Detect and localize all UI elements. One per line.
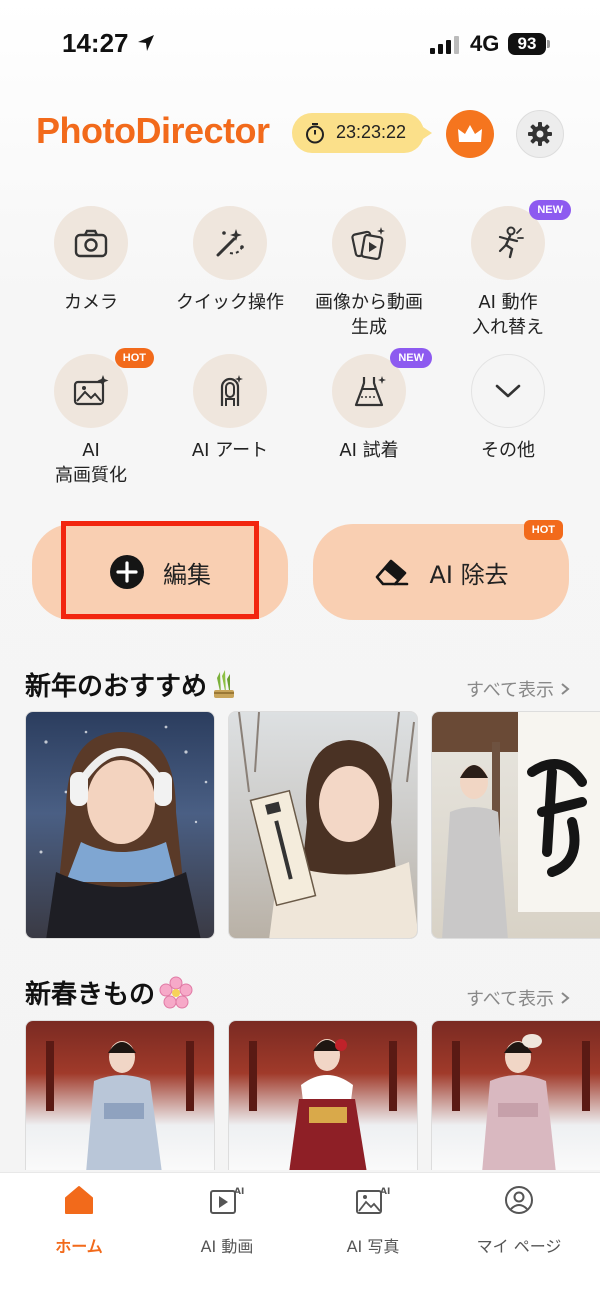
card-thumbnail xyxy=(249,1039,397,1170)
feature-circle: HOT xyxy=(54,348,154,428)
dress-icon xyxy=(354,376,386,407)
hot-badge: HOT xyxy=(523,520,563,540)
card-thumbnail xyxy=(46,1041,194,1170)
card-thumbnail xyxy=(432,712,600,938)
feature-label: 画像から動画 生成 xyxy=(315,292,423,338)
tab-ai-photo[interactable]: AI AI 写真 xyxy=(298,1183,448,1257)
ai-art-icon xyxy=(220,375,243,406)
tab-label: ホーム xyxy=(55,1237,103,1256)
profile-icon xyxy=(505,1186,533,1214)
section-title-text: 新年のおすすめ xyxy=(25,672,208,702)
promo-timer[interactable]: 23:23:22 xyxy=(292,113,438,153)
see-all-new-year[interactable]: すべて表示 xyxy=(466,676,570,702)
svg-text:AI: AI xyxy=(234,1187,244,1197)
timer-pointer xyxy=(414,121,432,145)
new-badge: NEW xyxy=(390,348,432,368)
battery-indicator: 93 xyxy=(508,33,546,55)
network-type: 4G xyxy=(470,31,500,56)
feature-more[interactable]: その他 xyxy=(438,354,578,463)
see-all-label: すべて表示 xyxy=(465,989,554,1010)
see-all-kimono[interactable]: すべて表示 xyxy=(466,985,570,1011)
cherry-blossom-icon xyxy=(159,976,193,1008)
template-card[interactable] xyxy=(431,1020,600,1170)
kadomatsu-icon xyxy=(214,669,235,698)
magic-wand-icon xyxy=(216,229,244,257)
premium-button[interactable] xyxy=(446,110,494,158)
location-arrow-icon xyxy=(138,35,154,51)
see-all-label: すべて表示 xyxy=(465,680,554,701)
ai-remove-button[interactable]: AI 除去 HOT xyxy=(313,520,569,620)
tab-label: AI 動画 xyxy=(200,1237,254,1256)
image-to-video-icon xyxy=(351,227,385,261)
chevron-right-icon xyxy=(561,992,570,1004)
feature-circle xyxy=(471,354,545,428)
feature-label: AI 動作 入れ替え xyxy=(472,292,544,338)
motion-swap-icon xyxy=(498,226,524,259)
tab-my-page[interactable]: マイ ページ xyxy=(444,1183,594,1257)
tab-label: マイ ページ xyxy=(476,1237,562,1256)
stopwatch-icon xyxy=(306,123,324,144)
feature-label: AI 高画質化 xyxy=(55,440,127,486)
home-icon xyxy=(65,1186,93,1214)
enhance-icon xyxy=(73,375,109,406)
chevron-down-icon xyxy=(495,384,521,398)
app-logo: PhotoDirector xyxy=(36,110,270,151)
tab-home[interactable]: ホーム xyxy=(4,1183,154,1257)
timer-countdown: 23:23:22 xyxy=(336,122,407,142)
settings-button[interactable] xyxy=(516,110,564,158)
ai-remove-label: AI 除去 xyxy=(429,560,509,589)
feature-label: その他 xyxy=(481,440,535,461)
template-card[interactable] xyxy=(228,1020,418,1170)
hot-badge: HOT xyxy=(114,348,154,368)
template-card[interactable] xyxy=(431,711,600,939)
highlight-box xyxy=(61,521,259,619)
feature-quick-action[interactable]: クイック操作 xyxy=(160,206,300,315)
crown-icon xyxy=(458,125,482,142)
feature-circle: NEW xyxy=(332,348,432,428)
feature-circle xyxy=(54,206,128,280)
ai-photo-icon: AI xyxy=(356,1187,390,1214)
feature-label: カメラ xyxy=(64,292,118,313)
template-card[interactable] xyxy=(25,711,215,939)
card-thumbnail xyxy=(39,725,208,938)
tab-label: AI 写真 xyxy=(346,1237,400,1256)
section-title-text: 新春きもの xyxy=(25,980,156,1010)
new-badge: NEW xyxy=(529,200,571,220)
feature-camera[interactable]: カメラ xyxy=(21,206,161,315)
card-thumbnail xyxy=(238,712,417,938)
chevron-right-icon xyxy=(561,683,570,695)
signal-icon xyxy=(430,36,460,54)
feature-label: クイック操作 xyxy=(176,292,284,313)
feature-circle xyxy=(193,206,267,280)
section-title-kimono: 新春きもの xyxy=(25,974,193,1011)
camera-icon xyxy=(74,229,108,258)
eraser-icon xyxy=(376,559,409,586)
template-card[interactable] xyxy=(228,711,418,939)
feature-ai-tryon[interactable]: NEW AI 試着 xyxy=(299,348,439,463)
section-title-new-year: 新年のおすすめ xyxy=(25,666,237,703)
battery-tip xyxy=(547,40,550,48)
feature-ai-art[interactable]: AI アート xyxy=(160,354,300,463)
feature-circle xyxy=(332,206,406,280)
template-card[interactable] xyxy=(25,1020,215,1170)
tab-ai-video[interactable]: AI AI 動画 xyxy=(152,1183,302,1257)
feature-ai-enhance[interactable]: HOT AI 高画質化 xyxy=(21,348,161,488)
feature-label: AI 試着 xyxy=(339,440,399,461)
feature-circle: NEW xyxy=(471,200,571,280)
feature-motion-swap[interactable]: NEW AI 動作 入れ替え xyxy=(438,200,578,340)
feature-circle xyxy=(193,354,267,428)
ai-video-icon: AI xyxy=(210,1187,244,1214)
card-thumbnail xyxy=(452,1034,590,1170)
gear-icon xyxy=(528,122,552,146)
svg-text:AI: AI xyxy=(380,1187,390,1197)
bottom-tab-bar: ホーム AI AI 動画 AI AI 写真 マイ ページ xyxy=(0,1172,600,1301)
feature-image-to-video[interactable]: 画像から動画 生成 xyxy=(299,206,439,340)
feature-label: AI アート xyxy=(191,440,269,461)
status-time: 14:27 xyxy=(62,28,129,58)
